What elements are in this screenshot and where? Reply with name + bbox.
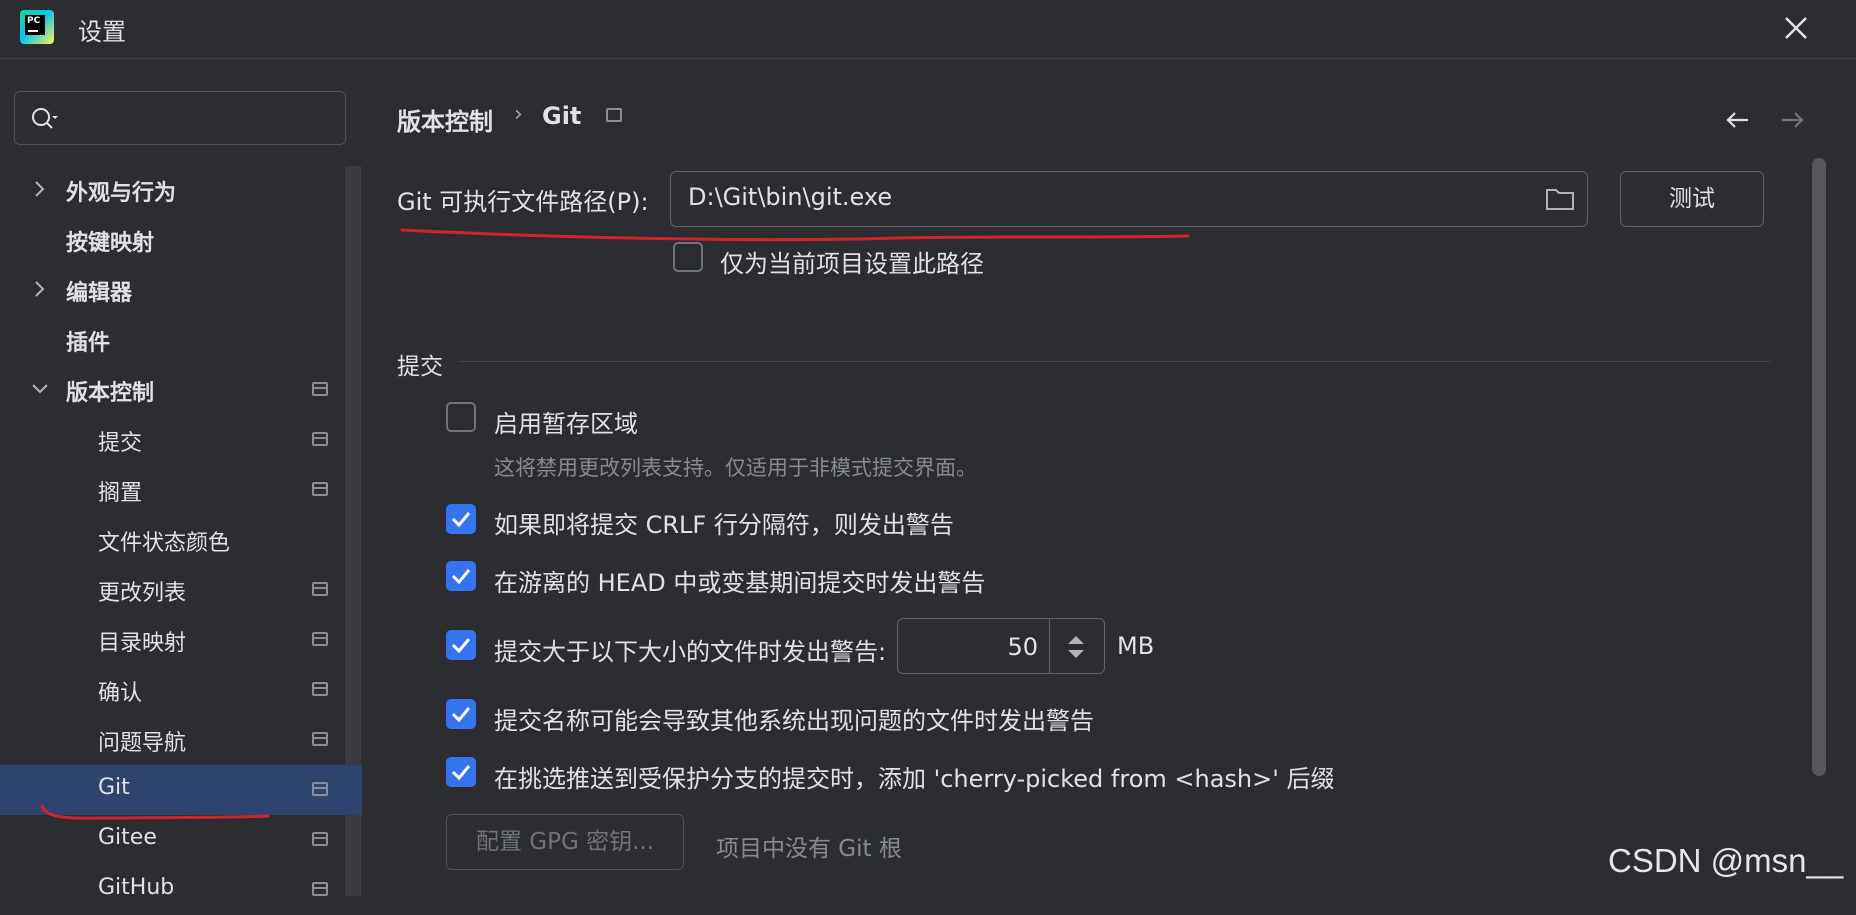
stepper-divider [1049, 619, 1050, 673]
window-title: 设置 [78, 18, 126, 46]
sidebar-item-label: 编辑器 [66, 281, 133, 306]
sidebar-item-commit[interactable]: 提交 [0, 415, 362, 465]
configure-gpg-button[interactable]: 配置 GPG 密钥... [446, 814, 684, 870]
project-scope-icon [606, 108, 622, 122]
chevron-right-icon[interactable] [30, 279, 50, 299]
cherry-pick-checkbox[interactable] [446, 757, 476, 787]
chevron-right-icon[interactable] [30, 179, 50, 199]
chevron-down-icon[interactable] [30, 379, 50, 399]
project-scope-icon [312, 632, 328, 646]
git-path-label: Git 可执行文件路径(P): [397, 188, 649, 216]
project-only-label: 仅为当前项目设置此路径 [720, 250, 984, 278]
detached-head-label: 在游离的 HEAD 中或变基期间提交时发出警告 [494, 569, 986, 597]
sidebar-item-file-status-colors[interactable]: 文件状态颜色 [0, 515, 362, 565]
sidebar-item-directory-mappings[interactable]: 目录映射 [0, 615, 362, 665]
large-file-label: 提交大于以下大小的文件时发出警告: [494, 638, 887, 666]
sidebar-item-label: 版本控制 [66, 381, 155, 406]
sidebar-item-vcs[interactable]: 版本控制 [0, 365, 362, 415]
back-arrow-icon[interactable] [1722, 104, 1754, 136]
checkmark-icon [451, 512, 471, 528]
title-bar [0, 0, 1856, 59]
sidebar-item-appearance[interactable]: 外观与行为 [0, 165, 362, 215]
project-scope-icon [312, 432, 328, 446]
search-icon [32, 108, 58, 129]
sidebar-item-label: 更改列表 [98, 581, 187, 606]
crlf-warning-label: 如果即将提交 CRLF 行分隔符，则发出警告 [494, 511, 954, 539]
staging-area-label: 启用暂存区域 [494, 410, 638, 438]
csdn-watermark: CSDN @msn__ [1608, 842, 1844, 879]
file-size-unit: MB [1117, 632, 1155, 660]
main-scrollbar[interactable] [1812, 158, 1826, 776]
breadcrumb-separator: › [514, 102, 523, 127]
project-scope-icon [312, 582, 328, 596]
project-scope-icon [312, 682, 328, 696]
sidebar-item-label: 搁置 [98, 481, 143, 506]
sidebar-item-label: Gitee [98, 825, 157, 850]
problem-names-checkbox[interactable] [446, 699, 476, 729]
sidebar-item-label: 文件状态颜色 [98, 531, 231, 556]
sidebar-item-github[interactable]: GitHub [0, 865, 362, 915]
sidebar-item-shelf[interactable]: 搁置 [0, 465, 362, 515]
sidebar-item-editor[interactable]: 编辑器 [0, 265, 362, 315]
breadcrumb-parent[interactable]: 版本控制 [397, 102, 493, 137]
problem-names-label: 提交名称可能会导致其他系统出现问题的文件时发出警告 [494, 707, 1094, 735]
no-git-root-text: 项目中没有 Git 根 [716, 836, 902, 862]
checkmark-icon [451, 638, 471, 654]
stepper-arrows-icon[interactable] [1064, 632, 1088, 662]
file-size-value[interactable]: 50 [1000, 633, 1038, 661]
sidebar-item-label: 确认 [98, 681, 143, 706]
sidebar-item-label: Git [98, 775, 130, 800]
sidebar-item-label: 插件 [66, 331, 111, 356]
project-scope-icon [312, 732, 328, 746]
crlf-warning-checkbox[interactable] [446, 504, 476, 534]
sidebar-item-gitee[interactable]: Gitee [0, 815, 362, 865]
git-path-value[interactable]: D:\Git\bin\git.exe [688, 183, 892, 211]
checkmark-icon [451, 765, 471, 781]
sidebar-item-label: 问题导航 [98, 731, 187, 756]
sidebar-item-keymap[interactable]: 按键映射 [0, 215, 362, 265]
project-only-checkbox[interactable] [673, 242, 703, 272]
test-button[interactable]: 测试 [1620, 171, 1764, 227]
checkmark-icon [451, 569, 471, 585]
sidebar-item-label: 目录映射 [98, 631, 187, 656]
staging-area-checkbox[interactable] [446, 402, 476, 432]
project-scope-icon [312, 482, 328, 496]
sidebar-item-changelists[interactable]: 更改列表 [0, 565, 362, 615]
sidebar-item-label: 按键映射 [66, 231, 155, 256]
sidebar-item-issue-navigation[interactable]: 问题导航 [0, 715, 362, 765]
cherry-pick-label: 在挑选推送到受保护分支的提交时，添加 'cherry-picked from <… [494, 765, 1335, 793]
sidebar-item-label: GitHub [98, 875, 175, 900]
detached-head-checkbox[interactable] [446, 561, 476, 591]
forward-arrow-icon[interactable] [1776, 104, 1808, 136]
search-input[interactable] [14, 91, 346, 145]
folder-icon[interactable] [1544, 185, 1576, 213]
sidebar-item-plugins[interactable]: 插件 [0, 315, 362, 365]
sidebar-item-git[interactable]: Git [0, 765, 362, 815]
large-file-checkbox[interactable] [446, 630, 476, 660]
commit-section-title: 提交 [397, 354, 443, 380]
breadcrumb-current: Git [542, 102, 582, 130]
sidebar-item-label: 提交 [98, 431, 143, 456]
sidebar-item-label: 外观与行为 [66, 181, 177, 206]
app-icon-text: PC [25, 15, 45, 35]
project-scope-icon [312, 382, 328, 396]
project-scope-icon [312, 782, 328, 796]
pycharm-logo-icon: PC [20, 10, 54, 44]
project-scope-icon [312, 832, 328, 846]
checkmark-icon [451, 707, 471, 723]
section-divider [458, 361, 1770, 362]
staging-area-hint: 这将禁用更改列表支持。仅适用于非模式提交界面。 [494, 456, 977, 480]
sidebar-item-confirmation[interactable]: 确认 [0, 665, 362, 715]
project-scope-icon [312, 882, 328, 896]
close-icon[interactable] [1780, 12, 1812, 44]
